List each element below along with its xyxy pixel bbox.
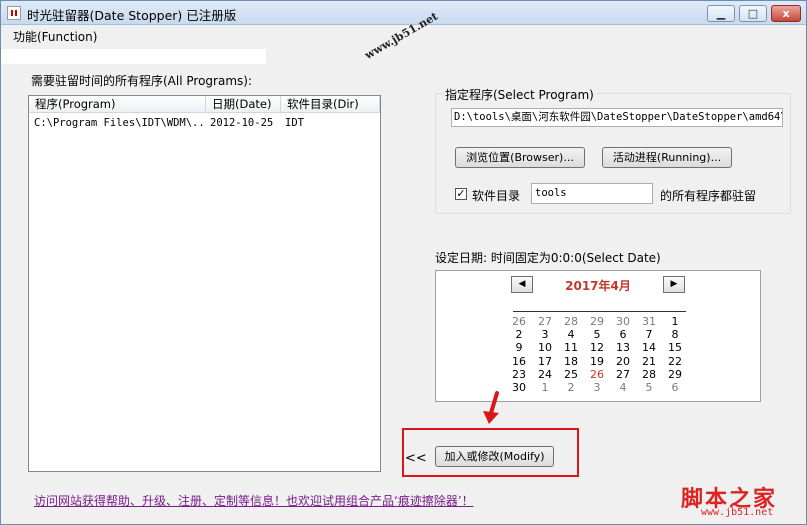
calendar-day[interactable]: 17 bbox=[532, 355, 558, 368]
calendar-day[interactable]: 26 bbox=[584, 368, 610, 381]
calendar-day[interactable]: 21 bbox=[636, 355, 662, 368]
program-list[interactable]: 程序(Program) 日期(Date) 软件目录(Dir) C:\Progra… bbox=[28, 95, 381, 472]
blank-strip bbox=[1, 49, 266, 64]
calendar-day[interactable]: 28 bbox=[558, 315, 584, 328]
calendar-day[interactable]: 5 bbox=[636, 381, 662, 394]
calendar-day[interactable]: 12 bbox=[584, 341, 610, 354]
dir-checkbox-label[interactable]: 软件目录 bbox=[472, 187, 520, 204]
calendar-day[interactable]: 27 bbox=[610, 368, 636, 381]
website-link[interactable]: 访问网站获得帮助、升级、注册、定制等信息！也欢迎试用组合产品‘痕迹擦除器’！ bbox=[34, 492, 474, 509]
dir-suffix-label: 的所有程序都驻留 bbox=[660, 189, 757, 203]
app-icon bbox=[7, 6, 21, 20]
programs-heading: 需要驻留时间的所有程序(All Programs): bbox=[31, 74, 252, 88]
calendar-day[interactable]: 2 bbox=[506, 328, 532, 341]
row-dir-cell: IDT bbox=[285, 117, 304, 129]
program-path-field[interactable]: D:\tools\桌面\河东软件园\DateStopper\DateStoppe… bbox=[451, 108, 783, 127]
calendar-week-row: 26 27 28 29 30 31 1 bbox=[506, 315, 688, 328]
calendar-day[interactable]: 14 bbox=[636, 341, 662, 354]
calendar-day[interactable]: 27 bbox=[532, 315, 558, 328]
calendar-day[interactable]: 9 bbox=[506, 341, 532, 354]
calendar-divider bbox=[513, 311, 686, 312]
column-header-program[interactable]: 程序(Program) bbox=[29, 96, 206, 113]
dir-checkbox[interactable]: ✓ bbox=[455, 188, 467, 200]
calendar-day[interactable]: 13 bbox=[610, 341, 636, 354]
calendar-week-row: 16 17 18 19 20 21 22 bbox=[506, 355, 688, 368]
title-bar[interactable]: 时光驻留器(Date Stopper) 已注册版 ▁ □ x bbox=[1, 1, 806, 25]
calendar-day[interactable]: 6 bbox=[610, 328, 636, 341]
running-button[interactable]: 活动进程(Running)... bbox=[602, 147, 732, 168]
window-title: 时光驻留器(Date Stopper) 已注册版 bbox=[27, 8, 237, 23]
dir-name-field[interactable]: tools bbox=[531, 183, 653, 204]
calendar-day[interactable]: 29 bbox=[584, 315, 610, 328]
minimize-button[interactable]: ▁ bbox=[707, 5, 735, 22]
calendar-day[interactable]: 3 bbox=[584, 381, 610, 394]
calendar-day[interactable]: 29 bbox=[662, 368, 688, 381]
red-arrow-icon bbox=[483, 391, 499, 424]
select-program-title: 指定程序(Select Program) bbox=[443, 86, 596, 103]
browse-button[interactable]: 浏览位置(Browser)... bbox=[455, 147, 585, 168]
calendar-day[interactable]: 22 bbox=[662, 355, 688, 368]
calendar-day[interactable]: 1 bbox=[662, 315, 688, 328]
collapse-button[interactable]: << bbox=[405, 451, 427, 466]
calendar-day[interactable]: 19 bbox=[584, 355, 610, 368]
calendar-day[interactable]: 31 bbox=[636, 315, 662, 328]
maximize-button[interactable]: □ bbox=[739, 5, 767, 22]
column-header-dir[interactable]: 软件目录(Dir) bbox=[281, 96, 380, 113]
calendar-day[interactable]: 2 bbox=[558, 381, 584, 394]
calendar-day[interactable]: 1 bbox=[532, 381, 558, 394]
calendar-day[interactable]: 23 bbox=[506, 368, 532, 381]
calendar-day[interactable]: 24 bbox=[532, 368, 558, 381]
calendar-day[interactable]: 15 bbox=[662, 341, 688, 354]
menu-function[interactable]: 功能(Function) bbox=[13, 28, 97, 45]
column-header-date[interactable]: 日期(Date) bbox=[206, 96, 281, 113]
row-program-cell: C:\Program Files\IDT\WDM\... bbox=[34, 117, 204, 129]
date-setting-label: 设定日期: 时间固定为0:0:0(Select Date) bbox=[435, 251, 661, 265]
calendar-week-row: 2345678 bbox=[506, 328, 688, 341]
calendar-week-row: 30 1 2 3 4 5 6 bbox=[506, 381, 688, 394]
app-window: 时光驻留器(Date Stopper) 已注册版 ▁ □ x 功能(Functi… bbox=[0, 0, 807, 525]
row-date-cell: 2012-10-25 bbox=[210, 117, 274, 129]
site-url-watermark: www.jb51.net bbox=[701, 507, 774, 518]
close-button[interactable]: x bbox=[771, 5, 801, 22]
calendar-day[interactable]: 8 bbox=[662, 328, 688, 341]
calendar-day[interactable]: 7 bbox=[636, 328, 662, 341]
calendar-day[interactable]: 25 bbox=[558, 368, 584, 381]
calendar-day[interactable]: 10 bbox=[532, 341, 558, 354]
calendar-week-row: 9 10 11 12 13 14 15 bbox=[506, 341, 688, 354]
calendar-day[interactable]: 30 bbox=[506, 381, 532, 394]
calendar-day[interactable]: 26 bbox=[506, 315, 532, 328]
calendar-day[interactable]: 16 bbox=[506, 355, 532, 368]
calendar-day[interactable]: 4 bbox=[558, 328, 584, 341]
calendar-day[interactable]: 5 bbox=[584, 328, 610, 341]
modify-button[interactable]: 加入或修改(Modify) bbox=[435, 446, 554, 467]
calendar-day[interactable]: 18 bbox=[558, 355, 584, 368]
calendar-day[interactable]: 3 bbox=[532, 328, 558, 341]
calendar-day[interactable]: 11 bbox=[558, 341, 584, 354]
calendar-day[interactable]: 20 bbox=[610, 355, 636, 368]
calendar-month-title[interactable]: 2017年4月 bbox=[521, 277, 675, 294]
calendar-day[interactable]: 30 bbox=[610, 315, 636, 328]
calendar-week-row: 23 24 25 26 27 28 29 bbox=[506, 368, 688, 381]
calendar-day[interactable]: 28 bbox=[636, 368, 662, 381]
calendar-day[interactable]: 6 bbox=[662, 381, 688, 394]
calendar-day[interactable]: 4 bbox=[610, 381, 636, 394]
